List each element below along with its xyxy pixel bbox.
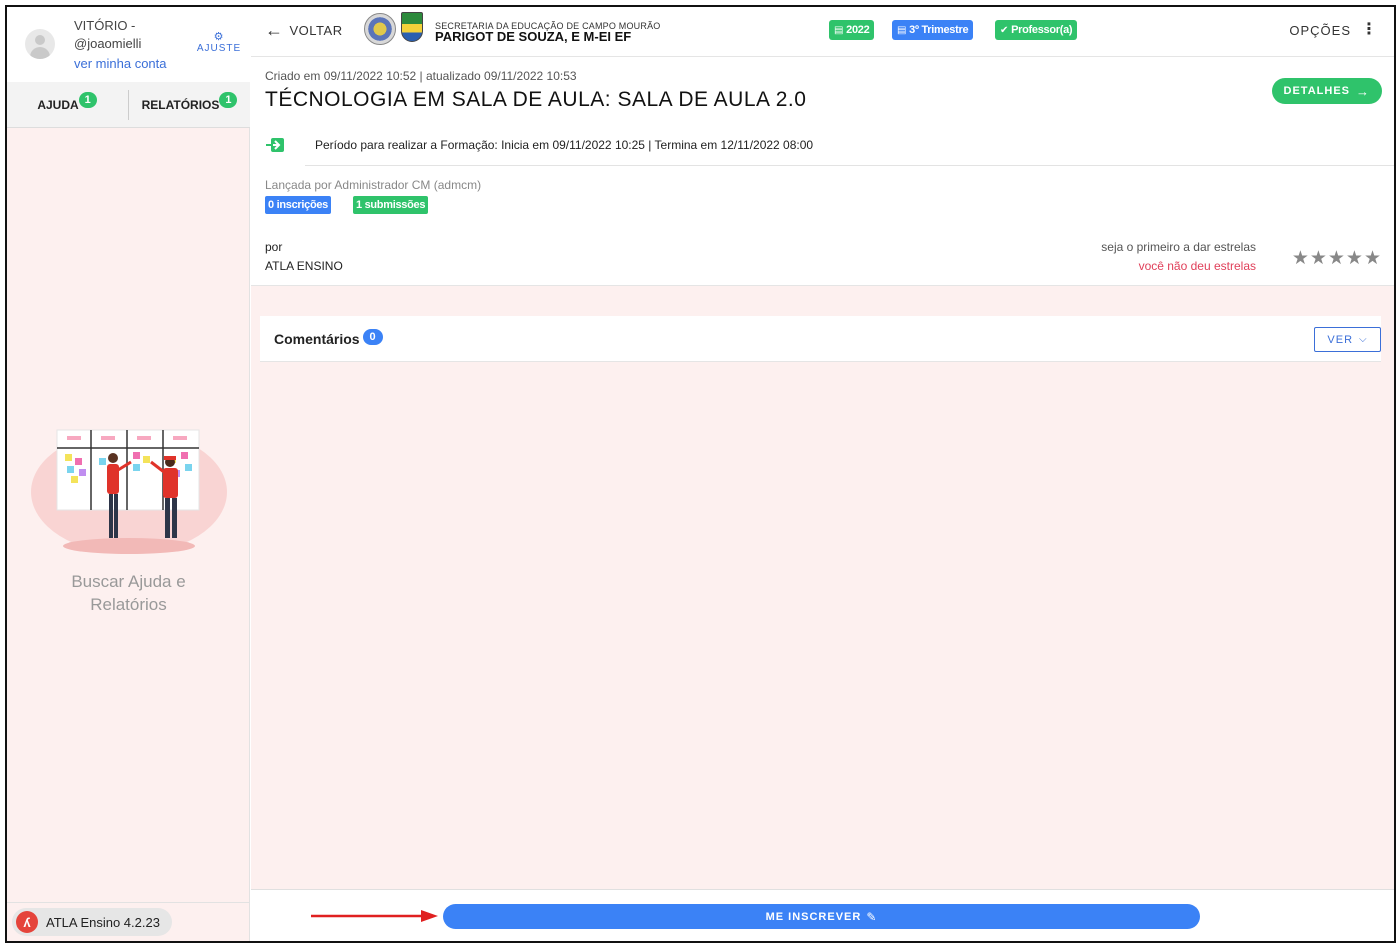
options-label: OPÇÕES xyxy=(1289,22,1351,38)
launched-by: Lançada por Administrador CM (admcm) xyxy=(265,178,482,192)
tab-ajuda[interactable]: AJUDA 1 xyxy=(7,82,127,128)
enter-icon xyxy=(266,138,284,152)
main-content: Criado em 09/11/2022 10:52 | atualizado … xyxy=(251,58,1394,889)
arrow-right-annotation-icon xyxy=(311,910,438,922)
help-text: Buscar Ajuda e Relatórios xyxy=(7,570,250,616)
settings-label: AJUSTE xyxy=(196,43,242,54)
role-chip[interactable]: ✔ Professor(a) xyxy=(995,20,1078,40)
details-button[interactable]: DETALHES → xyxy=(1271,78,1382,104)
arrow-left-icon: ← xyxy=(265,20,284,40)
version-label: ATLA Ensino 4.2.23 xyxy=(46,914,160,930)
user-box: VITÓRIO - @joaomielli ver minha conta ⚙ … xyxy=(7,7,250,82)
more-vertical-icon: ⋮ xyxy=(1361,21,1378,38)
back-button[interactable]: ← VOLTAR xyxy=(265,21,343,39)
municipal-seal-icon xyxy=(364,13,396,45)
atla-logo-icon: ʎ xyxy=(16,911,38,933)
year-chip[interactable]: ▤ 2022 xyxy=(829,20,875,40)
view-comments-button[interactable]: VER ⌵ xyxy=(1314,327,1381,352)
user-handle: @joaomielli xyxy=(74,36,142,51)
help-text-line2: Relatórios xyxy=(90,595,167,614)
star-rating[interactable]: ★★★★★ xyxy=(1292,247,1382,270)
author-prefix: por xyxy=(265,240,283,254)
year-chip-label: 2022 xyxy=(846,24,870,36)
comments-panel: Comentários 0 VER ⌵ xyxy=(260,316,1381,362)
period-text: Período para realizar a Formação: Inicia… xyxy=(315,138,814,152)
back-label: VOLTAR xyxy=(289,22,343,38)
help-illustration xyxy=(31,429,227,554)
tab-ajuda-count: 1 xyxy=(78,92,97,108)
app-window: VITÓRIO - @joaomielli ver minha conta ⚙ … xyxy=(5,5,1396,943)
comments-count: 0 xyxy=(362,329,383,345)
submissions-badge: 1 submissões xyxy=(353,196,429,214)
tab-relatorios-label: RELATÓRIOS xyxy=(141,98,220,112)
check-circle-icon: ✔ xyxy=(1000,24,1009,36)
role-chip-label: Professor(a) xyxy=(1011,24,1073,36)
enrollments-badge: 0 inscrições xyxy=(265,196,331,214)
help-text-line1: Buscar Ajuda e xyxy=(71,572,186,591)
sidebar-tabs: AJUDA 1 RELATÓRIOS 1 xyxy=(7,82,250,128)
comments-header: Comentários 0 xyxy=(274,329,383,349)
tab-relatorios[interactable]: RELATÓRIOS 1 xyxy=(129,82,250,128)
calendar-icon: ▤ xyxy=(834,24,844,36)
arrow-right-icon: → xyxy=(1356,83,1370,99)
stars-hint: seja o primeiro a dar estrelas xyxy=(1101,240,1256,254)
author-name: ATLA ENSINO xyxy=(265,259,343,273)
tab-ajuda-label: AJUDA xyxy=(37,98,79,112)
footer: ME INSCREVER ✎ xyxy=(251,889,1394,941)
sidebar-divider xyxy=(7,902,250,903)
created-timestamp: Criado em 09/11/2022 10:52 | atualizado … xyxy=(265,69,577,83)
options-menu-button[interactable]: OPÇÕES ⋮ xyxy=(1289,22,1378,38)
details-label: DETALHES xyxy=(1283,85,1350,97)
tab-relatorios-count: 1 xyxy=(219,92,238,108)
page-title: TÉCNOLOGIA EM SALA DE AULA: SALA DE AULA… xyxy=(265,88,807,111)
version-badge[interactable]: ʎ ATLA Ensino 4.2.23 xyxy=(12,908,172,936)
enroll-button[interactable]: ME INSCREVER ✎ xyxy=(443,904,1200,929)
course-info: Criado em 09/11/2022 10:52 | atualizado … xyxy=(251,58,1394,286)
chevron-down-icon: ⌵ xyxy=(1359,334,1368,345)
gear-icon: ⚙ xyxy=(213,31,225,43)
term-chip[interactable]: ▤ 3º Trimestre xyxy=(892,20,974,40)
enroll-label: ME INSCREVER xyxy=(765,910,862,923)
calendar-icon: ▤ xyxy=(897,24,907,36)
divider xyxy=(305,165,1394,166)
settings-button[interactable]: ⚙ AJUSTE xyxy=(195,31,243,55)
comments-label: Comentários xyxy=(274,331,360,347)
stars-status: você não deu estrelas xyxy=(1138,259,1256,273)
edit-icon: ✎ xyxy=(866,909,878,924)
user-name: VITÓRIO - xyxy=(74,18,136,33)
sidebar: VITÓRIO - @joaomielli ver minha conta ⚙ … xyxy=(7,7,250,941)
topbar: ← VOLTAR SECRETARIA DA EDUCAÇÃO DE CAMPO… xyxy=(251,7,1394,57)
city-crest-icon xyxy=(401,12,423,42)
school-name: PARIGOT DE SOUZA, E M-EI EF xyxy=(435,29,632,44)
avatar[interactable] xyxy=(25,29,55,59)
view-label: VER xyxy=(1327,333,1354,346)
term-chip-label: 3º Trimestre xyxy=(909,24,969,36)
account-link[interactable]: ver minha conta xyxy=(74,56,167,71)
